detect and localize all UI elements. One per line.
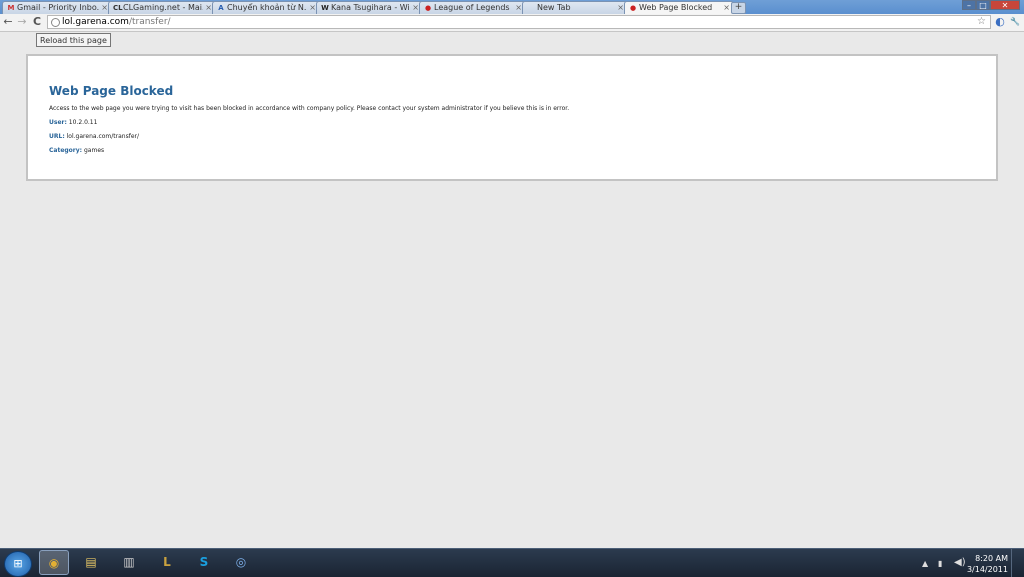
tab-title: League of Legends ... [434,3,513,12]
start-button[interactable]: ⊞ [4,551,32,577]
tab-title: Web Page Blocked [639,3,713,12]
url-host: lol.garena.com [62,17,129,27]
tab-3[interactable]: A Chuyển khoản từ N... × [212,1,320,14]
close-window-button[interactable]: ✕ [990,0,1020,10]
tab-close-icon[interactable]: × [617,2,624,14]
back-button[interactable]: ← [2,15,14,29]
category-label: Category: [49,147,83,154]
tab-2[interactable]: CL CLGaming.net - Mai... × [108,1,216,14]
new-tab-button[interactable]: + [731,2,746,14]
paypal-icon: A [218,4,224,12]
user-row: User: 10.2.0.11 [49,119,97,126]
extension-icon[interactable]: ◐ [994,15,1006,29]
tab-close-icon[interactable]: × [309,2,316,14]
browser-toolbar: ← → C lol.garena.com/transfer/ ☆ ◐ 🔧 [0,14,1024,32]
url-path: /transfer/ [128,17,171,27]
tab-close-icon[interactable]: × [412,2,419,14]
tab-close-icon[interactable]: × [205,2,212,14]
clock-date: 3/14/2011 [966,565,1008,574]
url-row: URL: lol.garena.com/transfer/ [49,133,139,140]
taskbar: ⊞ ◉ ▤ ▥ L S ◎ ▲ ▮ ◀) 8:20 AM 3/14/2011 [0,548,1024,577]
user-value: 10.2.0.11 [68,119,98,126]
tab-title: Chuyển khoản từ N... [227,3,307,12]
tab-title: New Tab [537,3,571,12]
tab-4[interactable]: W Kana Tsugihara - Wi... × [316,1,423,14]
tab-close-icon[interactable]: × [515,2,522,14]
tab-close-icon[interactable]: × [723,2,730,14]
tab-7[interactable]: ● Web Page Blocked × [624,1,734,15]
category-value: games [84,147,105,154]
block-message: Access to the web page you were trying t… [49,105,570,112]
blocked-page-icon: ● [629,4,637,12]
forward-button[interactable]: → [16,15,28,29]
system-clock[interactable]: 8:20 AM 3/14/2011 [967,553,1008,575]
tab-title: Kana Tsugihara - Wi... [331,3,410,12]
page-title: Web Page Blocked [49,84,174,98]
page-info-icon[interactable] [51,18,60,27]
taskbar-app-league-of-legends-icon[interactable]: L [152,550,182,575]
maximize-button[interactable]: □ [976,0,990,10]
gmail-icon: M [7,4,15,12]
tab-title: CLGaming.net - Mai... [123,3,203,12]
show-hidden-icons-icon[interactable]: ▲ [922,559,928,568]
url-value: lol.garena.com/transfer/ [66,133,140,140]
taskbar-app-explorer-icon[interactable]: ▤ [76,550,106,575]
tab-strip: M Gmail - Priority Inbo... × CL CLGaming.net… [0,0,1024,15]
url-text: lol.garena.com/transfer/ [62,16,171,28]
taskbar-app-chrome-icon[interactable]: ◉ [39,550,69,575]
clock-time: 8:20 AM [975,554,1008,563]
network-signal-icon[interactable]: ▮ [938,559,942,568]
show-desktop-button[interactable] [1011,549,1024,577]
wikipedia-icon: W [321,4,329,12]
user-label: User: [49,119,67,126]
taskbar-app-app-stack-icon[interactable]: ▥ [114,550,144,575]
tab-close-icon[interactable]: × [101,2,108,14]
bookmark-star-icon[interactable]: ☆ [977,16,986,28]
taskbar-app-skype-icon[interactable]: S [189,550,219,575]
blocked-page-icon: ● [424,4,432,12]
address-bar[interactable]: lol.garena.com/transfer/ ☆ [47,15,991,29]
tab-5[interactable]: ● League of Legends ... × [419,1,526,14]
tab-title: Gmail - Priority Inbo... [17,3,99,12]
reload-tooltip: Reload this page [36,33,111,47]
block-panel: Web Page Blocked Access to the web page … [26,54,998,181]
wrench-menu-icon[interactable]: 🔧 [1009,15,1021,29]
tab-1[interactable]: M Gmail - Priority Inbo... × [2,1,112,14]
taskbar-app-network-icon[interactable]: ◎ [226,550,256,575]
reload-button[interactable]: C [31,15,43,29]
volume-icon[interactable]: ◀) [954,557,966,568]
url-label: URL: [49,133,65,140]
category-row: Category: games [49,147,104,154]
tab-6[interactable]: New Tab × [522,1,628,14]
clgaming-icon: CL [113,4,123,12]
minimize-button[interactable]: – [962,0,976,10]
